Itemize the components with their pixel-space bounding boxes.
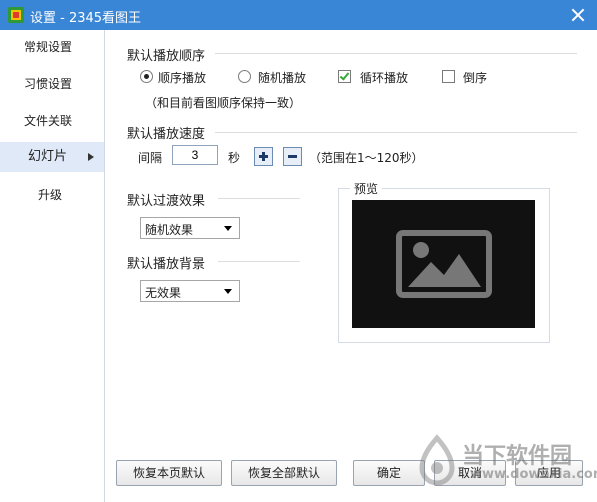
transition-section-title: 默认过渡效果 — [127, 194, 206, 209]
increase-button[interactable] — [254, 147, 273, 166]
restore-all-default-button[interactable]: 恢复全部默认 — [231, 460, 337, 486]
chevron-right-icon — [88, 153, 94, 161]
sidebar-item-habits[interactable]: 习惯设置 — [0, 69, 104, 99]
sidebar-item-label: 习惯设置 — [24, 77, 73, 91]
apply-button[interactable]: 应用 — [515, 460, 583, 486]
chevron-down-icon — [224, 289, 232, 294]
background-select[interactable]: 无效果 — [140, 280, 240, 302]
sidebar-item-label: 文件关联 — [24, 114, 73, 128]
preview-label: 预览 — [350, 180, 383, 197]
reverse-label: 倒序 — [463, 71, 488, 85]
window-title: 设置 - 2345看图王 — [30, 11, 142, 26]
preview-panel — [352, 200, 535, 328]
sidebar-item-label: 幻灯片 — [28, 149, 68, 164]
background-selected-value: 无效果 — [145, 286, 182, 300]
ok-button[interactable]: 确定 — [353, 460, 425, 486]
app-logo-icon — [8, 7, 24, 23]
speed-section-title: 默认播放速度 — [127, 127, 206, 142]
decrease-button[interactable] — [283, 147, 302, 166]
order-sequential-radio[interactable] — [140, 70, 153, 83]
sidebar-item-slideshow[interactable]: 幻灯片 — [0, 142, 104, 172]
transition-divider — [218, 198, 300, 199]
loop-label: 循环播放 — [360, 71, 409, 85]
sidebar-item-label: 升级 — [38, 188, 63, 202]
transition-selected-value: 随机效果 — [145, 223, 194, 237]
order-note: （和目前看图顺序保持一致） — [145, 96, 302, 110]
cancel-button[interactable]: 取消 — [434, 460, 506, 486]
sidebar: 常规设置 习惯设置 文件关联 幻灯片 升级 — [0, 30, 105, 502]
order-sequential-label: 顺序播放 — [158, 71, 207, 85]
chevron-down-icon — [224, 226, 232, 231]
title-bar: 设置 - 2345看图王 — [0, 0, 597, 30]
interval-input[interactable] — [172, 145, 218, 165]
speed-divider — [215, 132, 577, 133]
image-placeholder-icon — [396, 230, 492, 298]
order-section-title: 默认播放顺序 — [127, 49, 206, 64]
transition-select[interactable]: 随机效果 — [140, 217, 240, 239]
background-section-title: 默认播放背景 — [127, 257, 206, 272]
order-divider — [215, 53, 577, 54]
restore-page-default-button[interactable]: 恢复本页默认 — [116, 460, 222, 486]
range-note: （范围在1～120秒） — [309, 151, 424, 165]
sidebar-item-general[interactable]: 常规设置 — [0, 32, 104, 62]
reverse-checkbox[interactable] — [442, 70, 455, 83]
sidebar-item-file-association[interactable]: 文件关联 — [0, 106, 104, 136]
order-random-radio[interactable] — [238, 70, 251, 83]
close-icon[interactable] — [569, 4, 587, 26]
background-divider — [218, 261, 300, 262]
interval-label: 间隔 — [138, 151, 163, 165]
loop-checkbox[interactable] — [338, 70, 351, 83]
order-random-label: 随机播放 — [258, 71, 307, 85]
sidebar-item-label: 常规设置 — [24, 40, 73, 54]
sidebar-item-upgrade[interactable]: 升级 — [0, 180, 104, 210]
seconds-label: 秒 — [228, 151, 241, 165]
